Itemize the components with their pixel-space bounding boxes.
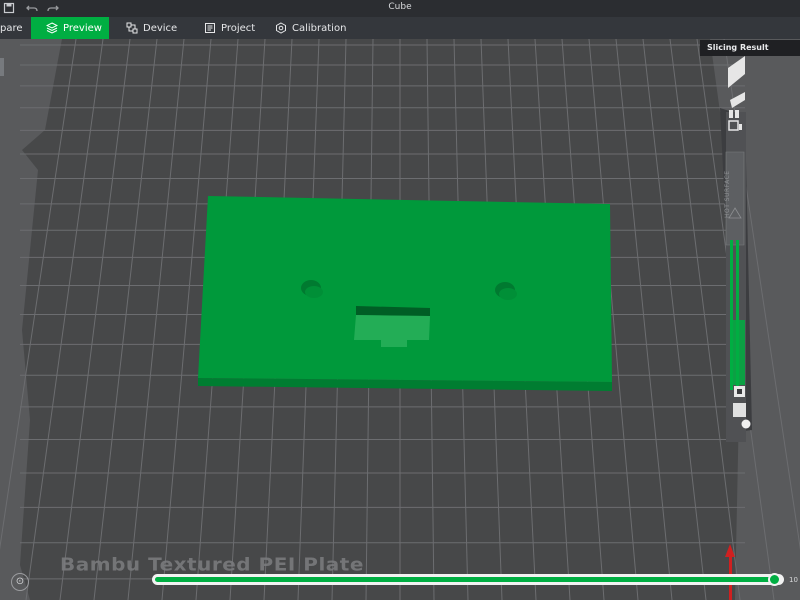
scene-canvas — [0, 39, 800, 600]
tab-preview-label: Preview — [63, 22, 102, 34]
calibration-icon — [275, 22, 287, 34]
window-title: Cube — [388, 2, 412, 12]
side-bar-square-inner — [737, 389, 742, 394]
title-bar: Cube — [0, 0, 800, 17]
view-reset-icon[interactable]: ⊙ — [11, 573, 29, 591]
corner-marker — [728, 56, 745, 88]
layer-slider-fill — [155, 577, 775, 582]
side-icon-d — [735, 110, 739, 118]
device-icon — [126, 22, 138, 34]
main-tab-bar: pare Preview Device Project Calibration — [0, 17, 800, 39]
left-edge-handle[interactable] — [0, 58, 4, 76]
side-bar-knob — [741, 419, 751, 429]
layer-slider-thumb[interactable] — [767, 573, 781, 586]
tab-prepare-label: pare — [0, 22, 23, 34]
preview-icon — [45, 22, 59, 34]
side-icon-b — [739, 124, 742, 130]
side-icon-c — [729, 110, 733, 118]
mount-hole-right-inner — [499, 288, 517, 300]
side-bar-block — [731, 320, 745, 385]
tab-device-label: Device — [143, 22, 178, 34]
tab-calibration-label: Calibration — [292, 22, 347, 34]
side-bar-square-b — [733, 403, 746, 417]
tab-preview[interactable]: Preview — [31, 17, 109, 39]
model-top — [198, 196, 612, 382]
plate-name-label: Bambu Textured PEI Plate — [60, 553, 364, 575]
tab-calibration[interactable]: Calibration — [275, 17, 355, 39]
project-icon — [204, 22, 216, 34]
preview-viewport[interactable] — [0, 39, 800, 600]
tab-device[interactable]: Device — [126, 17, 186, 39]
tab-prepare[interactable]: pare — [0, 17, 28, 39]
hot-surface-label: HOT SURFACE — [724, 170, 731, 218]
mount-hole-left-inner — [305, 286, 323, 298]
slicing-result-tooltip: Slicing Result — [700, 40, 800, 56]
tab-project-label: Project — [221, 22, 256, 34]
layer-slider[interactable] — [152, 573, 784, 586]
layer-slider-value: 10 — [789, 576, 798, 584]
tab-project[interactable]: Project — [204, 17, 264, 39]
